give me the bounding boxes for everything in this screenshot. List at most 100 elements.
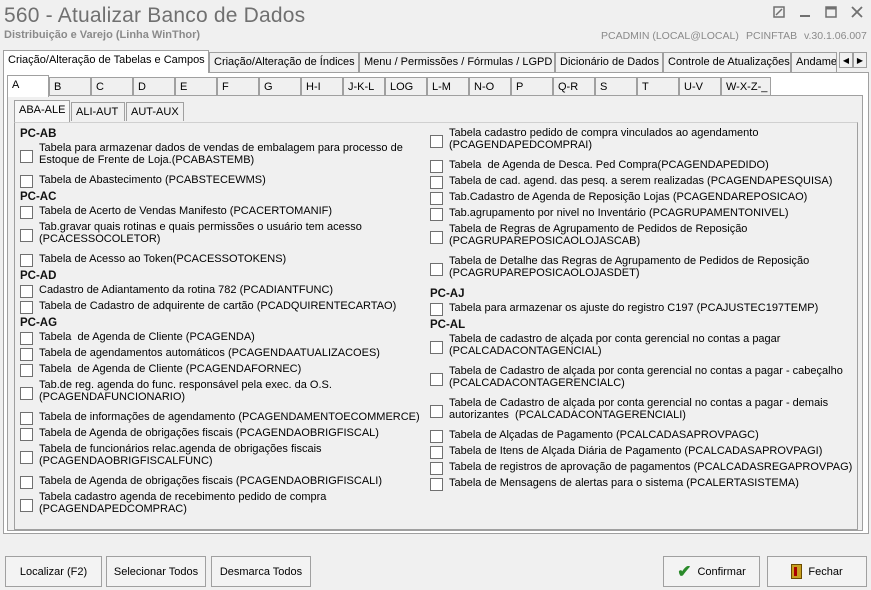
checkbox[interactable] bbox=[430, 446, 443, 459]
table-checkbox-item[interactable]: Tabela de Agenda de Cliente (PCAGENDA) bbox=[20, 331, 430, 347]
checkbox[interactable] bbox=[20, 175, 33, 188]
table-checkbox-item[interactable]: Tabela de Cadastro de adquirente de cart… bbox=[20, 300, 430, 316]
table-checkbox-item[interactable]: Tabela para armazenar os ajuste do regis… bbox=[430, 302, 855, 318]
checkbox[interactable] bbox=[20, 387, 33, 400]
letter-tab-f[interactable]: F bbox=[217, 77, 259, 96]
tab-criacao-indices[interactable]: Criação/Alteração de Índices bbox=[209, 52, 359, 72]
letter-tab-q-r[interactable]: Q-R bbox=[553, 77, 595, 96]
checkbox[interactable] bbox=[430, 303, 443, 316]
table-checkbox-item[interactable]: Tab.gravar quais rotinas e quais permiss… bbox=[20, 221, 430, 253]
letter-tab-t[interactable]: T bbox=[637, 77, 679, 96]
restore-icon[interactable] bbox=[771, 4, 787, 20]
checkbox[interactable] bbox=[430, 341, 443, 354]
table-checkbox-item[interactable]: Tabela de Agenda de Desca. Ped Compra(PC… bbox=[430, 159, 855, 175]
subtab-ali-aut[interactable]: ALI-AUT bbox=[71, 102, 125, 121]
checkbox[interactable] bbox=[20, 412, 33, 425]
table-checkbox-item[interactable]: Tab.de reg. agenda do func. responsável … bbox=[20, 379, 430, 411]
checkbox[interactable] bbox=[430, 176, 443, 189]
table-checkbox-item[interactable]: Tabela cadastro pedido de compra vincula… bbox=[430, 127, 855, 159]
checkbox[interactable] bbox=[20, 499, 33, 512]
checkbox[interactable] bbox=[20, 150, 33, 163]
tab-controle-atualizacoes[interactable]: Controle de Atualizações bbox=[663, 52, 791, 72]
letter-tab-b[interactable]: B bbox=[49, 77, 91, 96]
checkbox[interactable] bbox=[20, 301, 33, 314]
table-checkbox-item[interactable]: Tabela de cad. agend. das pesq. a serem … bbox=[430, 175, 855, 191]
checkbox[interactable] bbox=[20, 364, 33, 377]
table-checkbox-item[interactable]: Tabela de Itens de Alçada Diária de Paga… bbox=[430, 445, 855, 461]
tab-dicionario[interactable]: Dicionário de Dados bbox=[555, 52, 663, 72]
tab-criacao-tabelas[interactable]: Criação/Alteração de Tabelas e Campos bbox=[3, 50, 209, 73]
table-checkbox-item[interactable]: Tabela para armazenar dados de vendas de… bbox=[20, 142, 430, 174]
tab-menu-permissoes[interactable]: Menu / Permissões / Fórmulas / LGPD bbox=[359, 52, 555, 72]
checkbox[interactable] bbox=[20, 348, 33, 361]
table-checkbox-item[interactable]: Tabela de Regras de Agrupamento de Pedid… bbox=[430, 223, 855, 255]
checkbox[interactable] bbox=[430, 135, 443, 148]
table-checkbox-item[interactable]: Tabela de Alçadas de Pagamento (PCALCADA… bbox=[430, 429, 855, 445]
checkbox[interactable] bbox=[20, 229, 33, 242]
table-checkbox-item[interactable]: Tabela de Agenda de obrigações fiscais (… bbox=[20, 427, 430, 443]
checkbox[interactable] bbox=[430, 192, 443, 205]
table-checkbox-item[interactable]: Tabela de Detalhe das Regras de Agrupame… bbox=[430, 255, 855, 287]
checkbox[interactable] bbox=[20, 428, 33, 441]
letter-tab-p[interactable]: P bbox=[511, 77, 553, 96]
checkbox[interactable] bbox=[430, 430, 443, 443]
desmarca-todos-button[interactable]: Desmarca Todos bbox=[211, 556, 311, 587]
checkbox[interactable] bbox=[20, 206, 33, 219]
fechar-button[interactable]: Fechar bbox=[767, 556, 867, 587]
tab-andamento[interactable]: Andame bbox=[791, 52, 837, 72]
letter-tab-c[interactable]: C bbox=[91, 77, 133, 96]
table-checkbox-item[interactable]: Tabela de Cadastro de alçada por conta g… bbox=[430, 397, 855, 429]
letter-tab-h-i[interactable]: H-I bbox=[301, 77, 343, 96]
table-checkbox-item[interactable]: Tab.Cadastro de Agenda de Reposição Loja… bbox=[430, 191, 855, 207]
table-checkbox-item[interactable]: Tabela de informações de agendamento (PC… bbox=[20, 411, 430, 427]
subtab-aba-ale[interactable]: ABA-ALE bbox=[14, 100, 70, 122]
table-checkbox-item[interactable]: Tabela de registros de aprovação de paga… bbox=[430, 461, 855, 477]
table-checkbox-item[interactable]: Tabela de Acesso ao Token(PCACESSOTOKENS… bbox=[20, 253, 430, 269]
close-icon[interactable] bbox=[849, 4, 865, 20]
table-checkbox-item[interactable]: Tabela cadastro agenda de recebimento pe… bbox=[20, 491, 430, 523]
table-checkbox-item[interactable]: Tabela de Abastecimento (PCABSTECEWMS) bbox=[20, 174, 430, 190]
checkbox[interactable] bbox=[20, 451, 33, 464]
letter-tab-j-k-l[interactable]: J-K-L bbox=[343, 77, 385, 96]
table-checkbox-item[interactable]: Tabela de Mensagens de alertas para o si… bbox=[430, 477, 855, 493]
checkbox[interactable] bbox=[430, 231, 443, 244]
subtab-aut-aux[interactable]: AUT-AUX bbox=[126, 102, 184, 121]
table-checkbox-item[interactable]: Tabela de Agenda de Cliente (PCAGENDAFOR… bbox=[20, 363, 430, 379]
checkbox[interactable] bbox=[430, 462, 443, 475]
table-checkbox-item[interactable]: Tabela de Acerto de Vendas Manifesto (PC… bbox=[20, 205, 430, 221]
checkbox[interactable] bbox=[20, 332, 33, 345]
checkbox[interactable] bbox=[430, 405, 443, 418]
checkbox[interactable] bbox=[20, 285, 33, 298]
checkbox[interactable] bbox=[430, 478, 443, 491]
letter-tab-u-v[interactable]: U-V bbox=[679, 77, 721, 96]
letter-tab-e[interactable]: E bbox=[175, 77, 217, 96]
maximize-icon[interactable] bbox=[823, 4, 839, 20]
letter-tab-log[interactable]: LOG bbox=[385, 77, 427, 96]
checkbox[interactable] bbox=[20, 476, 33, 489]
checkbox[interactable] bbox=[430, 208, 443, 221]
confirmar-button[interactable]: ✔ Confirmar bbox=[663, 556, 760, 587]
letter-tab-g[interactable]: G bbox=[259, 77, 301, 96]
letter-tab-s[interactable]: S bbox=[595, 77, 637, 96]
table-checkbox-item[interactable]: Tabela de Cadastro de alçada por conta g… bbox=[430, 365, 855, 397]
letter-tab-n-o[interactable]: N-O bbox=[469, 77, 511, 96]
letter-tab-a[interactable]: A bbox=[7, 75, 49, 97]
table-checkbox-item[interactable]: Tabela de cadastro de alçada por conta g… bbox=[430, 333, 855, 365]
table-checkbox-item[interactable]: Tabela de agendamentos automáticos (PCAG… bbox=[20, 347, 430, 363]
localizar-button[interactable]: Localizar (F2) bbox=[5, 556, 102, 587]
table-checkbox-item[interactable]: Tabela de funcionários relac.agenda de o… bbox=[20, 443, 430, 475]
checkbox[interactable] bbox=[430, 160, 443, 173]
letter-tab-l-m[interactable]: L-M bbox=[427, 77, 469, 96]
scroll-left-icon[interactable]: ◀ bbox=[839, 52, 853, 68]
minimize-icon[interactable] bbox=[797, 4, 813, 20]
checkbox[interactable] bbox=[20, 254, 33, 267]
letter-tab-d[interactable]: D bbox=[133, 77, 175, 96]
selecionar-todos-button[interactable]: Selecionar Todos bbox=[106, 556, 206, 587]
table-checkbox-item[interactable]: Cadastro de Adiantamento da rotina 782 (… bbox=[20, 284, 430, 300]
checkbox[interactable] bbox=[430, 373, 443, 386]
letter-tab-w-x-z-[interactable]: W-X-Z-_ bbox=[721, 77, 771, 96]
scroll-right-icon[interactable]: ▶ bbox=[853, 52, 867, 68]
checkbox[interactable] bbox=[430, 263, 443, 276]
table-checkbox-item[interactable]: Tabela de Agenda de obrigações fiscais (… bbox=[20, 475, 430, 491]
table-checkbox-item[interactable]: Tab.agrupamento por nivel no Inventário … bbox=[430, 207, 855, 223]
